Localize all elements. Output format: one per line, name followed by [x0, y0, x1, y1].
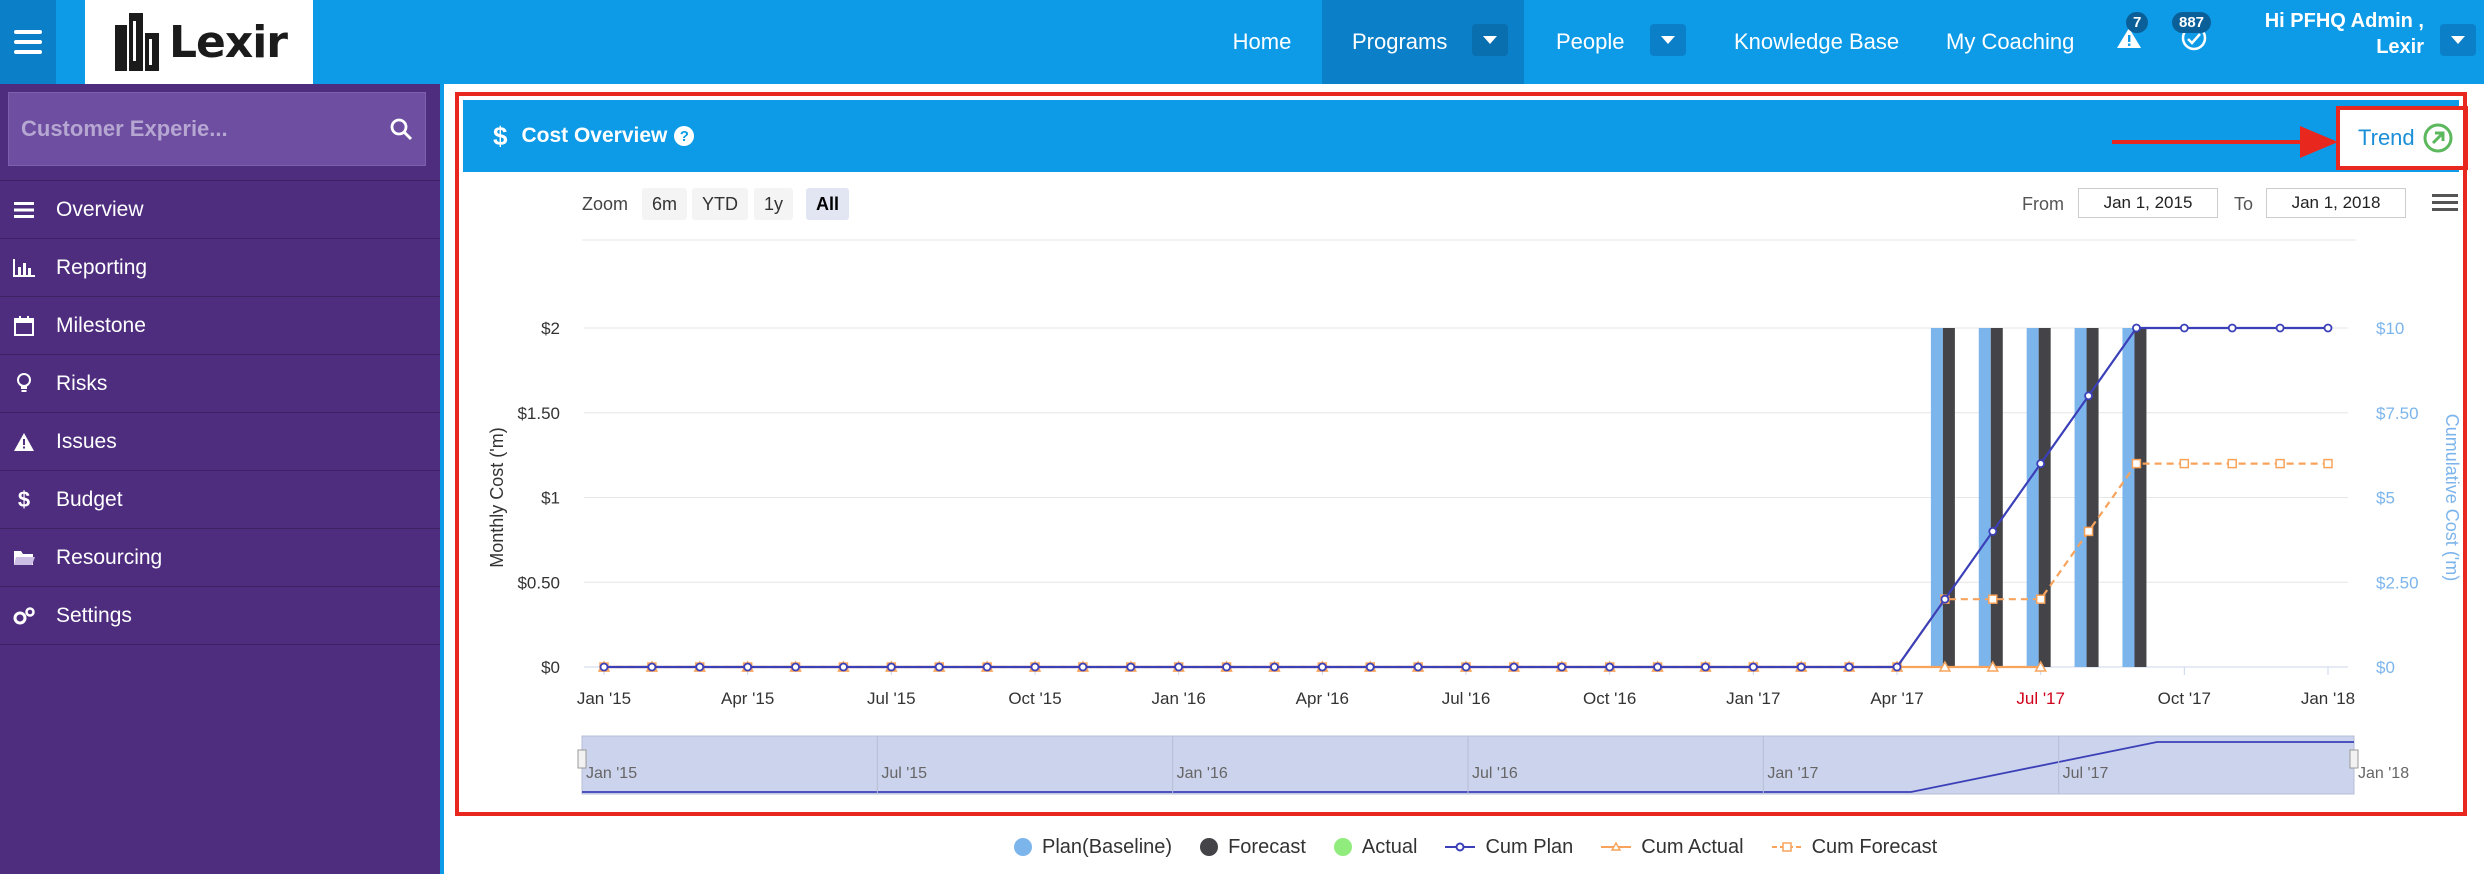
building-logo-icon — [114, 13, 159, 71]
alerts-count-badge: 7 — [2126, 12, 2149, 33]
zoom-label: Zoom — [582, 194, 629, 214]
lightbulb-icon — [0, 372, 48, 395]
nav-knowledge-base[interactable]: Knowledge Base — [1734, 0, 1899, 84]
legend-item-forecast[interactable]: Forecast — [1200, 836, 1306, 859]
nav-programs[interactable]: Programs — [1322, 0, 1524, 84]
zoom-1y-button[interactable]: 1y — [754, 188, 794, 220]
nav-home[interactable]: Home — [1216, 0, 1308, 84]
sidebar-item-label: Settings — [56, 603, 132, 627]
sidebar-item-label: Overview — [56, 197, 144, 221]
legend-label: Cum Plan — [1485, 835, 1574, 858]
sidebar-item-overview[interactable]: Overview — [0, 180, 440, 238]
calendar-icon — [0, 315, 48, 336]
legend-label: Actual — [1361, 835, 1418, 858]
search-icon[interactable] — [377, 117, 425, 141]
legend-label: Cum Forecast — [1811, 835, 1938, 858]
legend-dot — [1014, 838, 1032, 856]
legend-line-marker — [1771, 842, 1802, 852]
chart-legend: Plan(Baseline) Forecast Actual Cum Plan … — [1014, 832, 1937, 862]
legend-item-cum-forecast[interactable]: Cum Forecast — [1771, 835, 1938, 859]
sidebar-item-label: Reporting — [56, 255, 148, 279]
chevron-down-icon — [2451, 36, 2465, 44]
greeting-line-2: Lexir — [2376, 36, 2424, 58]
main-panel-border — [440, 84, 444, 874]
sidebar-item-resourcing[interactable]: Resourcing — [0, 528, 440, 586]
list-icon — [0, 201, 48, 219]
legend-item-cum-plan[interactable]: Cum Plan — [1445, 836, 1573, 859]
warning-icon — [0, 432, 48, 452]
sidebar-item-label: Resourcing — [56, 545, 163, 569]
chart-context-menu-icon[interactable] — [2432, 194, 2458, 211]
sidebar-item-risks[interactable]: Risks — [0, 354, 440, 412]
from-date-input[interactable]: Jan 1, 2015 — [2078, 188, 2218, 218]
dollar-icon: $ — [17, 486, 31, 512]
nav-programs-label: Programs — [1352, 29, 1448, 54]
sidebar-item-reporting[interactable]: Reporting — [0, 238, 440, 296]
notifications-count-badge: 887 — [2172, 12, 2212, 33]
user-dropdown-button[interactable] — [2440, 24, 2476, 56]
bar-chart-icon — [0, 258, 48, 277]
chevron-down-icon — [1661, 36, 1675, 44]
zoom-all-button[interactable]: All — [806, 188, 850, 220]
zoom-ytd-button[interactable]: YTD — [692, 188, 748, 220]
sidebar: Customer Experie... Overview Reporting M… — [0, 84, 440, 874]
people-dropdown-button[interactable] — [1650, 24, 1686, 56]
program-search-box[interactable]: Customer Experie... — [8, 92, 426, 166]
hamburger-menu-icon[interactable] — [0, 0, 56, 84]
folder-icon — [0, 549, 48, 567]
sidebar-item-label: Risks — [56, 371, 108, 395]
legend-label: Cum Actual — [1641, 835, 1744, 858]
zoom-6m-button[interactable]: 6m — [642, 188, 688, 220]
from-label: From — [2022, 194, 2064, 214]
legend-line-marker — [1445, 842, 1476, 852]
top-navbar: Lexir Home Programs People Knowledge Bas… — [0, 0, 2484, 84]
sidebar-item-label: Milestone — [56, 313, 146, 337]
legend-dot — [1333, 838, 1352, 856]
to-date-input[interactable]: Jan 1, 2018 — [2266, 188, 2406, 218]
programs-dropdown-button[interactable] — [1472, 24, 1508, 56]
nav-my-coaching[interactable]: My Coaching — [1946, 0, 2074, 84]
legend-line-marker — [1601, 841, 1632, 851]
sidebar-item-label: Budget — [56, 487, 123, 511]
legend-dot — [1200, 838, 1219, 856]
legend-label: Plan(Baseline) — [1042, 835, 1173, 858]
app-logo[interactable]: Lexir — [85, 0, 313, 84]
legend-item-cum-actual[interactable]: Cum Actual — [1601, 835, 1744, 859]
legend-item-plan[interactable]: Plan(Baseline) — [1014, 836, 1172, 859]
program-search-input[interactable]: Customer Experie... — [21, 116, 377, 142]
legend-item-actual[interactable]: Actual — [1333, 835, 1418, 859]
sidebar-item-label: Issues — [56, 429, 117, 453]
gears-icon — [0, 606, 48, 626]
sidebar-item-issues[interactable]: Issues — [0, 412, 440, 470]
user-greeting[interactable]: Hi PFHQ Admin , Lexir — [2265, 8, 2424, 60]
sidebar-item-settings[interactable]: Settings — [0, 586, 440, 645]
sidebar-item-milestone[interactable]: Milestone — [0, 296, 440, 354]
to-label: To — [2234, 194, 2254, 214]
nav-people[interactable]: People — [1556, 0, 1625, 84]
legend-label: Forecast — [1228, 835, 1306, 858]
sidebar-item-budget[interactable]: $ Budget — [0, 470, 440, 528]
chevron-down-icon — [1483, 36, 1497, 44]
greeting-line-1: Hi PFHQ Admin , — [2264, 10, 2424, 32]
logo-text: Lexir — [168, 16, 288, 68]
